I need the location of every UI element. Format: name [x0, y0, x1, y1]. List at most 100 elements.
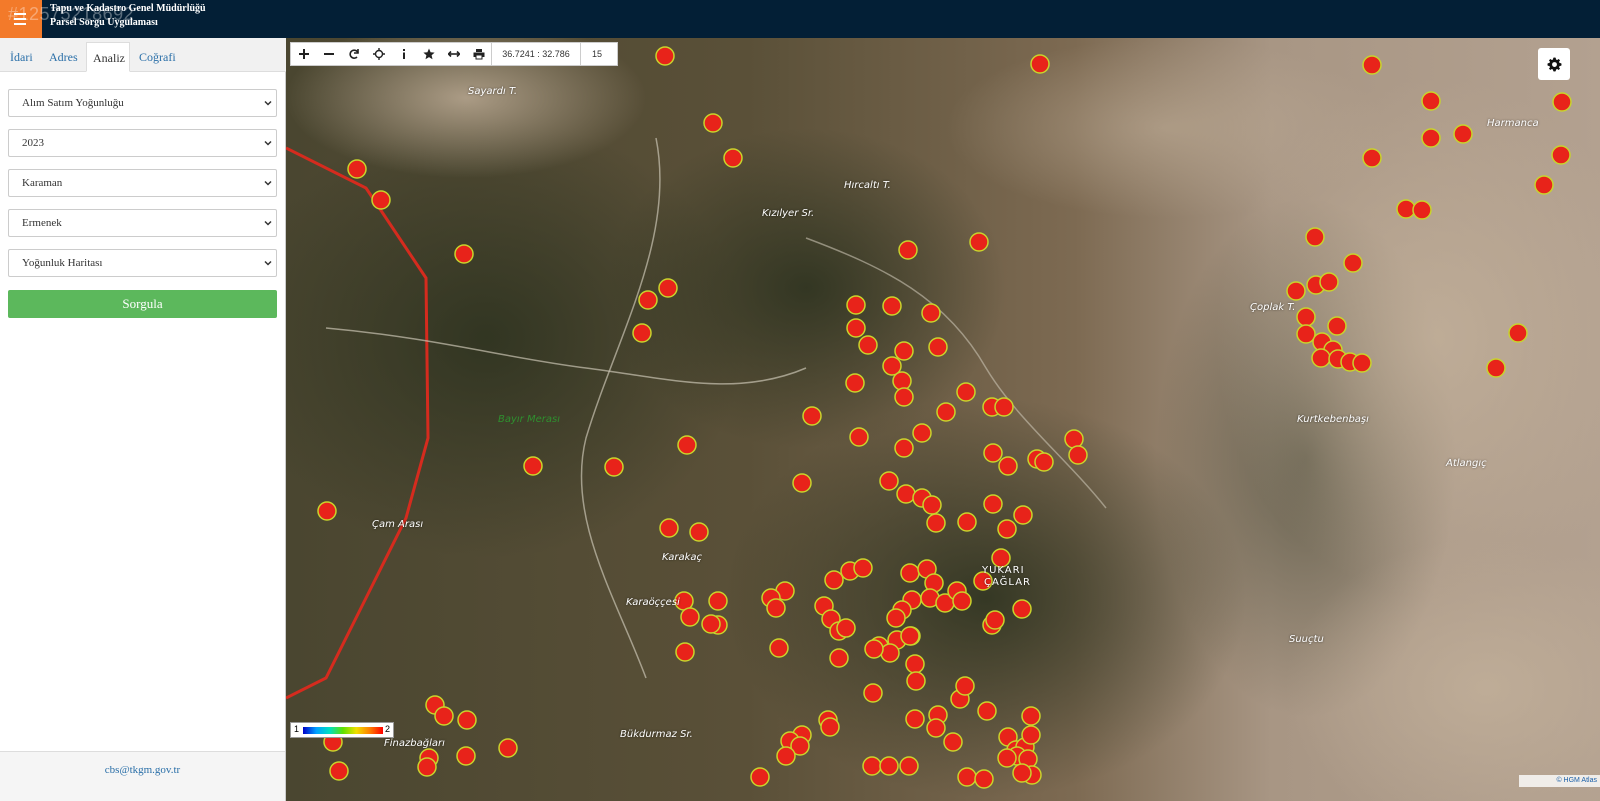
- locate-button[interactable]: [366, 43, 391, 65]
- refresh-button[interactable]: [341, 43, 366, 65]
- density-hotspot: [985, 610, 1005, 630]
- place-label: Kızılyer Sr.: [762, 208, 815, 219]
- tab-adres[interactable]: Adres: [43, 42, 84, 72]
- sidebar-footer: cbs@tkgm.gov.tr: [0, 751, 285, 801]
- place-label: ÇAĞLAR: [984, 577, 1031, 588]
- density-hotspot: [853, 558, 873, 578]
- refresh-icon: [348, 49, 359, 59]
- density-hotspot: [604, 457, 624, 477]
- density-hotspot: [858, 335, 878, 355]
- zoom-out-button[interactable]: [316, 43, 341, 65]
- density-hotspot: [1012, 763, 1032, 783]
- contact-email-link[interactable]: cbs@tkgm.gov.tr: [105, 764, 180, 776]
- density-hotspot: [983, 494, 1003, 514]
- zoom-level: 15: [591, 49, 602, 59]
- map-toolbar: 36.7241 : 32.786 15: [290, 42, 618, 66]
- density-hotspot: [769, 638, 789, 658]
- density-layer: [317, 46, 1572, 789]
- province-value: Karaman: [22, 177, 63, 189]
- density-hotspot: [689, 522, 709, 542]
- legend-max-label: 2: [385, 724, 391, 734]
- density-hotspot: [750, 767, 770, 787]
- sidebar-tabs: İdari Adres Analiz Coğrafi: [0, 38, 286, 72]
- density-hotspot: [703, 113, 723, 133]
- plus-icon: [298, 49, 309, 59]
- density-hotspot: [1319, 272, 1339, 292]
- place-label: Bayır Merası: [498, 414, 560, 425]
- year-select[interactable]: 2023: [8, 129, 277, 157]
- place-label: Karakaç: [662, 552, 702, 563]
- header-title: Tapu ve Kadastro Genel Müdürlüğü: [50, 3, 206, 14]
- district-select[interactable]: Ermenek: [8, 209, 277, 237]
- map-type-value: Yoğunluk Haritası: [22, 257, 103, 269]
- density-hotspot: [659, 518, 679, 538]
- density-hotspot: [905, 654, 925, 674]
- tab-analiz[interactable]: Analiz: [86, 42, 130, 72]
- analysis-type-select[interactable]: Alım Satım Yoğunluğu: [8, 89, 277, 117]
- chevron-down-icon: [264, 260, 272, 266]
- density-hotspot: [894, 387, 914, 407]
- density-hotspot: [900, 626, 920, 646]
- legend-min-label: 1: [294, 724, 300, 734]
- tab-cografi[interactable]: Coğrafi: [133, 42, 182, 72]
- density-hotspot: [1412, 200, 1432, 220]
- density-hotspot: [1421, 128, 1441, 148]
- density-hotspot: [1453, 124, 1473, 144]
- density-hotspot: [1396, 199, 1416, 219]
- map-type-select[interactable]: Yoğunluk Haritası: [8, 249, 277, 277]
- density-hotspot: [371, 190, 391, 210]
- print-button[interactable]: [466, 43, 491, 65]
- chevron-down-icon: [264, 100, 272, 106]
- density-hotspot: [952, 591, 972, 611]
- query-button[interactable]: Sorgula: [8, 290, 277, 318]
- density-hotspot: [896, 484, 916, 504]
- minus-icon: [323, 53, 334, 55]
- density-hotspot: [846, 318, 866, 338]
- density-hotspot: [900, 563, 920, 583]
- province-select[interactable]: Karaman: [8, 169, 277, 197]
- analysis-type-value: Alım Satım Yoğunluğu: [22, 97, 124, 109]
- zoom-in-button[interactable]: [291, 43, 316, 65]
- settings-button[interactable]: [1538, 48, 1570, 80]
- app-header: #12575218692 Tapu ve Kadastro Genel Müdü…: [0, 0, 1600, 38]
- density-hotspot: [974, 769, 994, 789]
- density-hotspot: [977, 701, 997, 721]
- density-hotspot: [1534, 175, 1554, 195]
- map-view[interactable]: Sayardı T. Hırcaltı T. Kızılyer Sr. Harm…: [286, 38, 1600, 801]
- density-hotspot: [956, 382, 976, 402]
- density-hotspot: [1012, 599, 1032, 619]
- tab-idari[interactable]: İdari: [4, 42, 39, 72]
- density-hotspot: [845, 373, 865, 393]
- district-value: Ermenek: [22, 217, 62, 229]
- density-hotspot: [638, 290, 658, 310]
- print-icon: [473, 49, 484, 60]
- density-hotspot: [1508, 323, 1528, 343]
- density-hotspot: [892, 371, 912, 391]
- density-hotspot: [898, 240, 918, 260]
- density-hotspot: [317, 501, 337, 521]
- density-hotspot: [879, 756, 899, 776]
- density-hotspot: [792, 473, 812, 493]
- density-hotspot: [829, 648, 849, 668]
- info-button[interactable]: [391, 43, 416, 65]
- density-hotspot: [983, 443, 1003, 463]
- density-hotspot: [879, 471, 899, 491]
- density-hotspot: [632, 323, 652, 343]
- place-label: Hırcaltı T.: [844, 180, 891, 191]
- density-hotspot: [1296, 307, 1316, 327]
- density-hotspot: [846, 295, 866, 315]
- density-hotspot: [894, 438, 914, 458]
- favorite-button[interactable]: [416, 43, 441, 65]
- density-hotspot: [997, 519, 1017, 539]
- density-hotspot: [836, 618, 856, 638]
- measure-button[interactable]: [441, 43, 466, 65]
- density-hotspot: [928, 337, 948, 357]
- density-hotspot: [1551, 145, 1571, 165]
- density-hotspot: [1352, 353, 1372, 373]
- density-hotspot: [820, 717, 840, 737]
- place-label: Karaöççesi: [626, 597, 680, 608]
- place-label: Finazbağları: [384, 738, 445, 749]
- density-hotspot: [1486, 358, 1506, 378]
- chevron-down-icon: [264, 140, 272, 146]
- density-hotspot: [926, 513, 946, 533]
